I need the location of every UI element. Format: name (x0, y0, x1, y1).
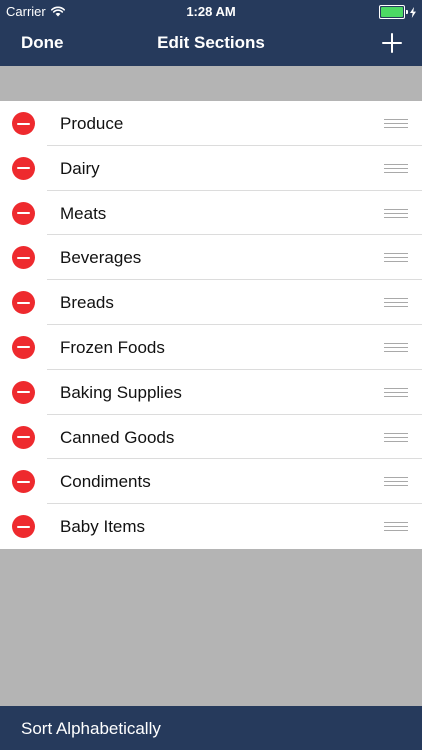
section-label: Frozen Foods (60, 337, 165, 357)
reorder-handle-icon[interactable] (384, 253, 408, 263)
delete-minus-icon[interactable] (12, 201, 35, 225)
battery-icon (379, 5, 405, 19)
reorder-handle-line (384, 298, 408, 300)
section-row[interactable]: Beverages (0, 235, 422, 280)
section-list: Produce Dairy Meats Beverages Breads Frozen F… (0, 101, 422, 549)
section-row[interactable]: Canned Goods (0, 415, 422, 460)
section-label: Canned Goods (60, 427, 175, 447)
section-row[interactable]: Baby Items (0, 504, 422, 549)
reorder-handle-icon[interactable] (384, 432, 408, 443)
section-row[interactable]: Breads (0, 280, 422, 325)
lightning-bolt-icon (410, 6, 416, 18)
section-label: Breads (60, 293, 114, 313)
reorder-handle-line (384, 391, 408, 393)
reorder-handle-line (384, 212, 408, 214)
reorder-handle-icon[interactable] (384, 522, 408, 532)
reorder-handle-line (384, 302, 408, 304)
bottom-toolbar: Sort Alphabetically (0, 706, 422, 750)
reorder-handle-line (384, 530, 408, 532)
reorder-handle-line (384, 485, 408, 487)
battery-indicator (379, 5, 416, 19)
page-title: Edit Sections (157, 33, 265, 52)
section-label: Baby Items (60, 517, 146, 537)
reorder-handle-line (384, 387, 408, 389)
reorder-handle-icon[interactable] (384, 119, 408, 129)
reorder-handle-line (384, 257, 408, 259)
reorder-handle-line (384, 346, 408, 348)
reorder-handle-line (384, 253, 408, 255)
battery-tip (406, 10, 408, 14)
reorder-handle-line (384, 261, 408, 263)
delete-minus-icon[interactable] (12, 246, 35, 270)
plus-icon[interactable] (382, 33, 402, 53)
reorder-handle-icon[interactable] (384, 208, 408, 219)
reorder-handle-line (384, 342, 408, 344)
delete-minus-icon[interactable] (12, 515, 35, 539)
status-time: 1:28 AM (186, 4, 236, 19)
section-label: Baking Supplies (60, 382, 182, 402)
delete-minus-icon[interactable] (12, 291, 35, 315)
section-label: Dairy (60, 158, 100, 178)
reorder-handle-line (384, 432, 408, 434)
status-bar: Carrier 1:28 AM (0, 0, 422, 22)
section-label: Produce (60, 114, 124, 133)
section-row[interactable]: Produce (0, 101, 422, 146)
reorder-handle-line (384, 436, 408, 438)
reorder-handle-line (384, 208, 408, 210)
delete-minus-icon[interactable] (12, 112, 35, 135)
reorder-handle-line (384, 127, 408, 128)
section-row[interactable]: Baking Supplies (0, 370, 422, 415)
reorder-handle-line (384, 350, 408, 352)
delete-minus-icon[interactable] (12, 470, 35, 494)
delete-minus-icon[interactable] (12, 425, 35, 449)
section-row[interactable]: Dairy (0, 146, 422, 191)
section-label: Beverages (60, 248, 142, 268)
reorder-handle-icon[interactable] (384, 342, 408, 353)
reorder-handle-line (384, 440, 408, 442)
section-row[interactable]: Meats (0, 191, 422, 236)
navigation-bar: Done Edit Sections (0, 22, 422, 66)
reorder-handle-icon[interactable] (384, 387, 408, 398)
reorder-handle-line (384, 123, 408, 124)
reorder-handle-line (384, 526, 408, 528)
header: Carrier 1:28 AM Done Edit Sections (0, 0, 422, 66)
reorder-handle-icon[interactable] (384, 163, 408, 174)
reorder-handle-icon[interactable] (384, 477, 408, 487)
reorder-handle-line (384, 119, 408, 120)
reorder-handle-line (384, 481, 408, 483)
sort-alphabetically-button[interactable]: Sort Alphabetically (21, 719, 161, 739)
reorder-handle-line (384, 171, 408, 173)
section-row[interactable]: Condiments (0, 459, 422, 504)
delete-minus-icon[interactable] (12, 380, 35, 404)
section-label: Condiments (60, 472, 151, 492)
reorder-handle-icon[interactable] (384, 298, 408, 308)
reorder-handle-line (384, 306, 408, 308)
reorder-handle-line (384, 163, 408, 165)
reorder-handle-line (384, 167, 408, 169)
reorder-handle-line (384, 477, 408, 479)
reorder-handle-line (384, 395, 408, 397)
delete-minus-icon[interactable] (12, 156, 35, 180)
section-row[interactable]: Frozen Foods (0, 325, 422, 370)
delete-minus-icon[interactable] (12, 335, 35, 359)
reorder-handle-line (384, 216, 408, 218)
section-label: Meats (60, 203, 107, 223)
battery-fill (381, 7, 403, 17)
reorder-handle-line (384, 522, 408, 524)
